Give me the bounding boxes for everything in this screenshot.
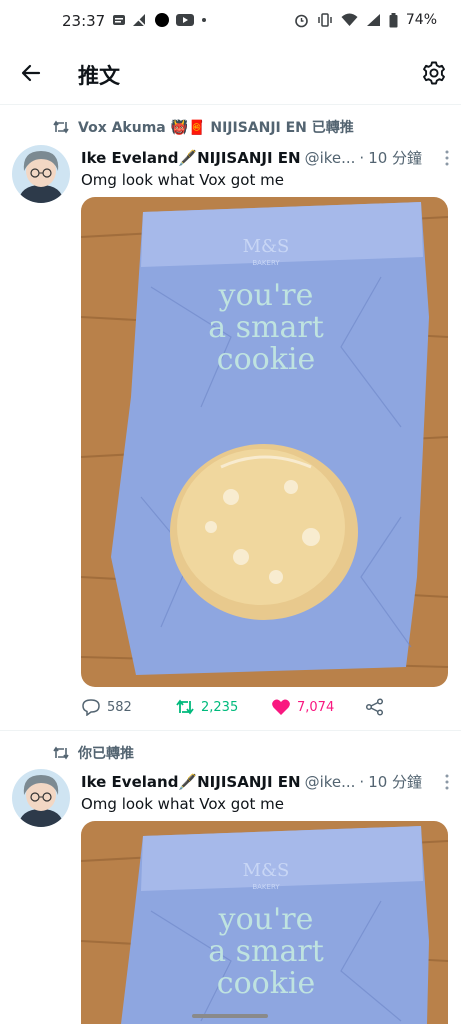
bag-brand: M&S <box>243 236 290 257</box>
signal-icon <box>366 14 380 26</box>
avatar-image <box>12 145 70 203</box>
avatar[interactable] <box>12 145 70 203</box>
retweet-context: 你已轉推 <box>52 743 134 763</box>
bag-sub: BAKERY <box>252 259 280 267</box>
status-time: 23:37 <box>62 12 106 30</box>
display-name[interactable]: Ike Eveland🖋️NIJISANJI EN <box>81 773 301 791</box>
bag-line-3: cookie <box>217 342 315 377</box>
cookie-bag-photo: M&S BAKERY you're a smart cookie <box>81 821 448 1024</box>
dot-icon <box>202 18 206 22</box>
youtube-icon <box>176 14 194 26</box>
tweet[interactable]: 你已轉推 Ike Eveland🖋️NIJISANJI EN @ike... ·… <box>0 731 461 1024</box>
back-arrow-icon <box>21 64 41 82</box>
more-vertical-icon <box>445 150 449 166</box>
more-button[interactable] <box>441 149 453 167</box>
tweet[interactable]: Vox Akuma 👹🧧 NIJISANJI EN 已轉推 Ike Evelan… <box>0 105 461 731</box>
alarm-icon <box>295 14 308 27</box>
message-icon <box>113 15 125 25</box>
like-button[interactable]: 7,074 <box>271 698 334 716</box>
timestamp[interactable]: 10 分鐘 <box>368 771 422 792</box>
more-button[interactable] <box>441 773 453 791</box>
retweet-button[interactable]: 2,235 <box>175 699 238 715</box>
like-count: 7,074 <box>297 699 335 715</box>
avatar-image <box>12 769 70 827</box>
bag-sub: BAKERY <box>252 883 280 891</box>
tweet-actions: 582 2,235 7,074 <box>81 695 448 719</box>
bag-line-1: you're <box>218 902 314 937</box>
bag-line-2: a smart <box>208 310 324 345</box>
status-bar: 23:37 74% <box>0 0 461 44</box>
circle-icon <box>155 13 169 27</box>
retweet-label: Vox Akuma 👹🧧 NIJISANJI EN 已轉推 <box>78 120 354 136</box>
separator: · <box>359 148 365 167</box>
status-icons-right: 74% <box>294 12 437 28</box>
top-app-bar: 推文 <box>0 44 461 105</box>
reply-count: 582 <box>107 699 132 715</box>
retweet-icon <box>53 746 69 760</box>
retweet-icon <box>53 120 69 134</box>
bag-line-1: you're <box>218 278 314 313</box>
no-signal-icon <box>133 14 147 27</box>
share-button[interactable] <box>365 698 385 716</box>
retweet-label: 你已轉推 <box>78 746 134 762</box>
retweet-context: Vox Akuma 👹🧧 NIJISANJI EN 已轉推 <box>52 117 354 137</box>
reply-button[interactable]: 582 <box>81 698 132 716</box>
share-icon <box>365 698 384 716</box>
tweet-header: Ike Eveland🖋️NIJISANJI EN @ike... · 10 分… <box>81 771 422 792</box>
page-title: 推文 <box>78 64 120 88</box>
vibrate-icon <box>318 13 332 27</box>
reply-icon <box>82 699 100 716</box>
bag-line-2: a smart <box>208 934 324 969</box>
cookie-bag-photo: M&S BAKERY you're a smart cookie <box>81 197 448 687</box>
heart-icon <box>272 699 290 715</box>
wifi-icon <box>341 13 358 26</box>
gear-icon <box>423 61 445 85</box>
bag-line-3: cookie <box>217 966 315 1001</box>
retweet-count: 2,235 <box>201 699 239 715</box>
retweet-action-icon <box>176 699 194 715</box>
separator: · <box>359 772 365 791</box>
bag-brand: M&S <box>243 860 290 881</box>
battery-icon <box>389 12 398 27</box>
display-name[interactable]: Ike Eveland🖋️NIJISANJI EN <box>81 149 301 167</box>
tweet-image[interactable]: M&S BAKERY you're a smart cookie <box>81 197 448 687</box>
settings-button[interactable] <box>421 60 447 86</box>
handle[interactable]: @ike... <box>305 149 356 167</box>
tweet-text: Omg look what Vox got me <box>81 795 284 813</box>
tweet-image[interactable]: M&S BAKERY you're a smart cookie <box>81 821 448 1024</box>
more-vertical-icon <box>445 774 449 790</box>
gesture-nav-handle[interactable] <box>192 1014 268 1018</box>
tweet-text: Omg look what Vox got me <box>81 171 284 189</box>
status-icons-left <box>112 12 208 28</box>
tweet-header: Ike Eveland🖋️NIJISANJI EN @ike... · 10 分… <box>81 147 422 168</box>
avatar[interactable] <box>12 769 70 827</box>
handle[interactable]: @ike... <box>305 773 356 791</box>
back-button[interactable] <box>18 60 44 86</box>
timestamp[interactable]: 10 分鐘 <box>368 147 422 168</box>
battery-percent: 74% <box>405 12 437 28</box>
